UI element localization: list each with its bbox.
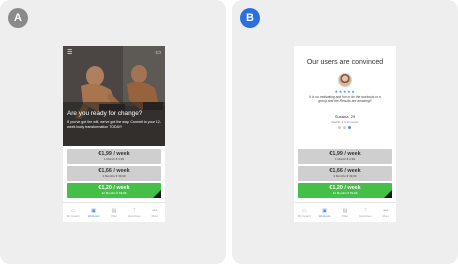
nav-item-workouts[interactable]: ▣ Workouts — [83, 203, 103, 222]
nav-label: Plan — [342, 213, 348, 218]
nav-item-exercises[interactable]: ᛉ Exercises — [355, 203, 375, 222]
carousel-dot[interactable] — [338, 126, 341, 129]
plan-3-months-button[interactable]: €1,66 / week 3 Months € 39,99 — [67, 166, 161, 181]
plan-options: €1,99 / week 1 Month € 3,99 €1,66 / week… — [67, 149, 161, 200]
plan-3-months-button[interactable]: €1,66 / week 3 Months € 39,99 — [298, 166, 392, 181]
testimonial-heading: Our users are convinced — [306, 59, 384, 66]
nav-item-exercises[interactable]: ᛉ Exercises — [124, 203, 144, 222]
nav-item-plan[interactable]: ▤ Plan — [335, 203, 355, 222]
variant-a-panel: A ☰ ▭ Are you ready for change? If you'v… — [0, 0, 226, 264]
testimonial-meta: Madrid, 3 & 12 weeks — [331, 120, 359, 124]
hero-body-text: If you've got the will, we've got the wa… — [67, 120, 161, 130]
variant-a-badge: A — [8, 8, 28, 28]
avatar — [338, 73, 352, 87]
carousel-dot-active[interactable] — [348, 126, 351, 129]
phone-screen-a: ☰ ▭ Are you ready for change? If you've … — [63, 46, 165, 222]
plan-12-months-button[interactable]: €1,20 / week 12 Months € 69,99 — [67, 183, 161, 198]
phone-screen-b: Our users are convinced ★★★★★ It is so m… — [294, 46, 396, 222]
rating-stars-icon: ★★★★★ — [334, 89, 356, 94]
variant-b-panel: B Our users are convinced ★★★★★ It is so… — [232, 0, 458, 264]
nav-item-more[interactable]: ••• More — [145, 203, 165, 222]
plan-term: 1 Month € 3,99 — [334, 157, 355, 161]
nav-label: More — [382, 213, 390, 218]
variant-b-badge: B — [240, 8, 260, 28]
nav-label: My Coach — [66, 213, 80, 218]
nav-item-plan[interactable]: ▤ Plan — [104, 203, 124, 222]
menu-icon[interactable]: ☰ — [67, 50, 72, 56]
plan-options: €1,99 / week 1 Month € 3,99 €1,66 / week… — [298, 149, 392, 200]
nav-label: Exercises — [359, 213, 372, 218]
nav-item-my-coach[interactable]: ▭ My Coach — [294, 203, 314, 222]
carousel-dot[interactable] — [343, 126, 346, 129]
nav-label: Workouts — [87, 213, 100, 218]
testimonial-quote: It is so motivating and fun to do the wo… — [309, 95, 381, 104]
best-value-corner-icon — [384, 190, 392, 198]
plan-12-months-button[interactable]: €1,20 / week 12 Months € 69,99 — [298, 183, 392, 198]
nav-label: Workouts — [318, 213, 331, 218]
athletes-photo — [63, 46, 165, 146]
plan-term: 3 Months € 39,99 — [333, 174, 357, 178]
nav-label: Plan — [111, 213, 117, 218]
plan-term: 1 Month € 3,99 — [103, 157, 124, 161]
plan-1-month-button[interactable]: €1,99 / week 1 Month € 3,99 — [67, 149, 161, 164]
nav-item-workouts[interactable]: ▣ Workouts — [314, 203, 334, 222]
cast-icon[interactable]: ▭ — [155, 50, 161, 56]
plan-term: 12 Months € 69,99 — [332, 191, 358, 195]
nav-label: Exercises — [128, 213, 141, 218]
hero-title: Are you ready for change? — [67, 110, 143, 117]
plan-1-month-button[interactable]: €1,99 / week 1 Month € 3,99 — [298, 149, 392, 164]
nav-item-my-coach[interactable]: ▭ My Coach — [63, 203, 83, 222]
nav-label: More — [151, 213, 159, 218]
nav-label: My Coach — [297, 213, 311, 218]
hero-image: ☰ ▭ Are you ready for change? If you've … — [63, 46, 165, 146]
testimonial-section: Our users are convinced ★★★★★ It is so m… — [294, 46, 396, 146]
carousel-indicator — [338, 126, 351, 129]
nav-item-more[interactable]: ••• More — [376, 203, 396, 222]
plan-term: 3 Months € 39,99 — [102, 174, 126, 178]
testimonial-author: Susana, 29 — [334, 114, 356, 119]
best-value-corner-icon — [153, 190, 161, 198]
bottom-navigation: ▭ My Coach ▣ Workouts ▤ Plan ᛉ Exercises… — [63, 202, 165, 222]
bottom-navigation: ▭ My Coach ▣ Workouts ▤ Plan ᛉ Exercises… — [294, 202, 396, 222]
plan-term: 12 Months € 69,99 — [101, 191, 127, 195]
